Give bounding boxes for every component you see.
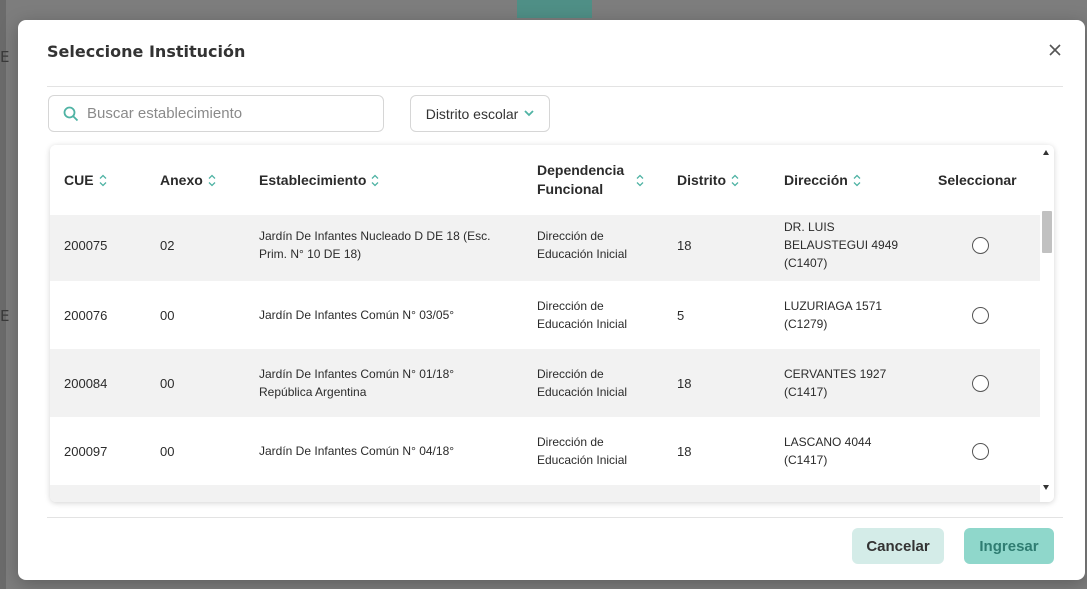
header-label: Seleccionar (938, 172, 1017, 188)
table-row[interactable]: 200075 02 Jardín De Infantes Nucleado D … (50, 215, 1040, 281)
sort-icon (731, 174, 739, 186)
background-tab (517, 0, 592, 18)
header-label: Establecimiento (259, 172, 367, 188)
cell-distrito: 5 (677, 307, 685, 323)
submit-button[interactable]: Ingresar (964, 528, 1054, 564)
select-radio[interactable] (972, 374, 989, 392)
select-institution-modal: Seleccione Institución Distrito escolar … (18, 20, 1085, 580)
cell-cue: 200084 (64, 375, 108, 391)
select-radio[interactable] (972, 306, 989, 324)
header-label: Anexo (160, 172, 203, 188)
institutions-table: CUE Anexo Establecimiento Dependencia Fu… (50, 145, 1054, 502)
cell-select (972, 215, 989, 281)
cell-direccion: LASCANO 4044 (C1417) (784, 435, 872, 467)
sort-icon (99, 174, 107, 186)
table-header: CUE Anexo Establecimiento Dependencia Fu… (50, 145, 1040, 215)
table-row[interactable] (50, 485, 1040, 502)
cell-direccion: CERVANTES 1927 (C1417) (784, 367, 887, 399)
background-text: E (0, 307, 10, 325)
header-label: Dirección (784, 172, 848, 188)
cell-select (972, 281, 989, 349)
table-scrollbar[interactable] (1040, 145, 1054, 502)
cell-dependencia: Dirección de Educación Inicial (537, 229, 628, 261)
header-label: Dependencia (537, 162, 625, 178)
search-field[interactable] (48, 95, 384, 132)
cell-dependencia: Dirección de Educación Inicial (537, 367, 628, 399)
divider (47, 517, 1063, 518)
cell-establecimiento: Jardín De Infantes Común N° 04/18° (259, 444, 455, 458)
cell-establecimiento: Jardín De Infantes Común N° 01/18° Repúbl… (259, 367, 455, 399)
cell-establecimiento: Jardín De Infantes Común N° 03/05° (259, 308, 455, 322)
cell-distrito: 18 (677, 443, 692, 459)
background-sidebar (0, 0, 6, 589)
divider (47, 86, 1063, 87)
cell-anexo: 00 (160, 375, 175, 391)
select-radio[interactable] (972, 442, 989, 460)
scroll-up-arrow-icon[interactable] (1043, 150, 1049, 155)
cell-anexo: 00 (160, 307, 175, 323)
column-header-distrito[interactable]: Distrito (677, 145, 739, 215)
select-radio[interactable] (972, 236, 989, 254)
cell-direccion: DR. LUIS BELAUSTEGUI 4949 (C1407) (784, 220, 899, 270)
sort-icon (853, 174, 861, 186)
table-body: 200075 02 Jardín De Infantes Nucleado D … (50, 215, 1040, 502)
cell-distrito: 18 (677, 237, 692, 253)
search-input[interactable] (87, 105, 377, 122)
cell-dependencia: Dirección de Educación Inicial (537, 435, 628, 467)
chevron-down-icon (524, 110, 534, 117)
column-header-seleccionar: Seleccionar (938, 145, 1017, 215)
sort-icon (636, 174, 644, 186)
cell-anexo: 00 (160, 443, 175, 459)
cell-distrito: 18 (677, 375, 692, 391)
column-header-cue[interactable]: CUE (64, 145, 107, 215)
scroll-down-arrow-icon[interactable] (1043, 485, 1049, 490)
column-header-direccion[interactable]: Dirección (784, 145, 861, 215)
sort-icon (208, 174, 216, 186)
header-label: Distrito (677, 172, 726, 188)
column-header-dependencia[interactable]: Dependencia Funcional (537, 145, 644, 215)
table-row[interactable]: 200076 00 Jardín De Infantes Común N° 03… (50, 281, 1040, 349)
cell-dependencia: Dirección de Educación Inicial (537, 299, 628, 331)
search-icon (63, 106, 79, 121)
header-label: Funcional (537, 181, 604, 197)
cancel-button[interactable]: Cancelar (852, 528, 944, 564)
cell-cue: 200075 (64, 237, 108, 253)
cell-select (972, 349, 989, 417)
sort-icon (371, 174, 379, 186)
table-row[interactable]: 200084 00 Jardín De Infantes Común N° 01… (50, 349, 1040, 417)
district-filter-label: Distrito escolar (425, 105, 519, 122)
cell-establecimiento: Jardín De Infantes Nucleado D DE 18 (Esc… (259, 229, 491, 261)
modal-title: Seleccione Institución (47, 42, 246, 61)
district-filter-dropdown[interactable]: Distrito escolar (410, 95, 550, 132)
column-header-establecimiento[interactable]: Establecimiento (259, 145, 379, 215)
cell-anexo: 02 (160, 237, 175, 253)
column-header-anexo[interactable]: Anexo (160, 145, 216, 215)
header-label: CUE (64, 172, 94, 188)
background-text: E (0, 48, 10, 66)
cell-cue: 200097 (64, 443, 108, 459)
cell-select (972, 417, 989, 485)
table-row[interactable]: 200097 00 Jardín De Infantes Común N° 04… (50, 417, 1040, 485)
close-icon[interactable] (1045, 42, 1065, 62)
cell-cue: 200076 (64, 307, 108, 323)
scrollbar-thumb[interactable] (1042, 211, 1052, 253)
cell-direccion: LUZURIAGA 1571 (C1279) (784, 299, 883, 331)
